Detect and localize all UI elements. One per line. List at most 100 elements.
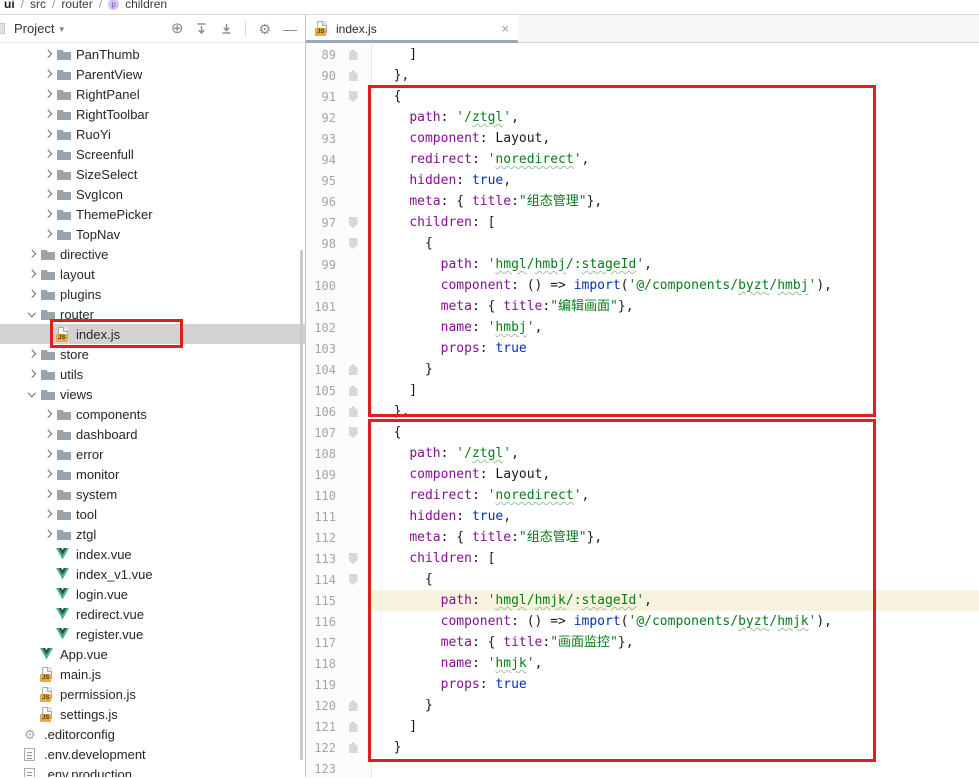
tree-item-router[interactable]: router [0,304,305,324]
fold-up-icon[interactable] [349,70,358,81]
line-number[interactable]: 100 [306,279,336,293]
line-number[interactable]: 102 [306,321,336,335]
chevron-right-icon[interactable] [44,130,52,138]
code-line-115[interactable]: 115 path: 'hmgl/hmjk/:stageId', [306,590,979,611]
tree-item-themepicker[interactable]: ThemePicker [0,204,305,224]
line-number[interactable]: 112 [306,531,336,545]
line-number[interactable]: 108 [306,447,336,461]
line-number[interactable]: 99 [306,258,336,272]
breadcrumb-item[interactable]: src [30,0,46,11]
tree-item-app-vue[interactable]: App.vue [0,644,305,664]
fold-up-icon[interactable] [349,406,358,417]
chevron-right-icon[interactable] [44,170,52,178]
chevron-right-icon[interactable] [44,70,52,78]
line-number[interactable]: 106 [306,405,336,419]
fold-down-icon[interactable] [349,217,358,228]
code-line-95[interactable]: 95 hidden: true, [306,170,979,191]
line-number[interactable]: 96 [306,195,336,209]
tree-item-ruoyi[interactable]: RuoYi [0,124,305,144]
tree-item-dashboard[interactable]: dashboard [0,424,305,444]
code-line-103[interactable]: 103 props: true [306,338,979,359]
tree-item-tool[interactable]: tool [0,504,305,524]
code-line-120[interactable]: 120 } [306,695,979,716]
line-number[interactable]: 120 [306,699,336,713]
code-line-116[interactable]: 116 component: () => import('@/component… [306,611,979,632]
tree-item-monitor[interactable]: monitor [0,464,305,484]
tree-item-parentview[interactable]: ParentView [0,64,305,84]
tree-item-plugins[interactable]: plugins [0,284,305,304]
fold-down-icon[interactable] [349,553,358,564]
chevron-right-icon[interactable] [44,50,52,58]
tree-item-screenfull[interactable]: Screenfull [0,144,305,164]
code-line-110[interactable]: 110 redirect: 'noredirect', [306,485,979,506]
code-line-114[interactable]: 114 { [306,569,979,590]
code-line-96[interactable]: 96 meta: { title:"组态管理"}, [306,191,979,212]
project-panel-title[interactable]: Project [14,21,54,36]
tree-item-permission-js[interactable]: JSpermission.js [0,684,305,704]
chevron-right-icon[interactable] [44,190,52,198]
code-line-119[interactable]: 119 props: true [306,674,979,695]
breadcrumb-item[interactable]: ui [4,0,15,11]
line-number[interactable]: 118 [306,657,336,671]
chevron-right-icon[interactable] [44,230,52,238]
code-line-100[interactable]: 100 component: () => import('@/component… [306,275,979,296]
code-line-121[interactable]: 121 ] [306,716,979,737]
fold-down-icon[interactable] [349,427,358,438]
chevron-right-icon[interactable] [44,90,52,98]
line-number[interactable]: 117 [306,636,336,650]
code-line-122[interactable]: 122 } [306,737,979,758]
code-line-90[interactable]: 90 }, [306,65,979,86]
line-number[interactable]: 93 [306,132,336,146]
line-number[interactable]: 111 [306,510,336,524]
code-line-108[interactable]: 108 path: '/ztgl', [306,443,979,464]
tree-item-utils[interactable]: utils [0,364,305,384]
line-number[interactable]: 105 [306,384,336,398]
tree-item-index-v1-vue[interactable]: index_v1.vue [0,564,305,584]
tree-item-main-js[interactable]: JSmain.js [0,664,305,684]
chevron-right-icon[interactable] [28,370,36,378]
code-line-94[interactable]: 94 redirect: 'noredirect', [306,149,979,170]
line-number[interactable]: 115 [306,594,336,608]
chevron-right-icon[interactable] [44,210,52,218]
code-line-106[interactable]: 106 }, [306,401,979,422]
chevron-right-icon[interactable] [28,290,36,298]
chevron-right-icon[interactable] [44,410,52,418]
tree-item-sizeselect[interactable]: SizeSelect [0,164,305,184]
line-number[interactable]: 89 [306,48,336,62]
tree-item-login-vue[interactable]: login.vue [0,584,305,604]
tree-item--env-production[interactable]: .env.production [0,764,305,777]
code-line-101[interactable]: 101 meta: { title:"编辑画面"}, [306,296,979,317]
fold-down-icon[interactable] [349,238,358,249]
line-number[interactable]: 91 [306,90,336,104]
line-number[interactable]: 104 [306,363,336,377]
chevron-right-icon[interactable] [28,270,36,278]
fold-down-icon[interactable] [349,91,358,102]
fold-up-icon[interactable] [349,385,358,396]
tree-item-topnav[interactable]: TopNav [0,224,305,244]
code-line-92[interactable]: 92 path: '/ztgl', [306,107,979,128]
code-line-97[interactable]: 97 children: [ [306,212,979,233]
fold-up-icon[interactable] [349,721,358,732]
line-number[interactable]: 92 [306,111,336,125]
fold-up-icon[interactable] [349,742,358,753]
chevron-right-icon[interactable] [44,450,52,458]
fold-up-icon[interactable] [349,700,358,711]
chevron-right-icon[interactable] [44,150,52,158]
code-line-93[interactable]: 93 component: Layout, [306,128,979,149]
expand-all-icon[interactable] [195,22,208,35]
project-tree-scrollbar[interactable] [300,250,303,760]
code-editor[interactable]: 89 ]90 },91 {92 path: '/ztgl',93 compone… [306,44,979,777]
line-number[interactable]: 114 [306,573,336,587]
line-number[interactable]: 98 [306,237,336,251]
settings-gear-icon[interactable]: ⚙ [258,22,271,36]
chevron-right-icon[interactable] [28,350,36,358]
tree-item-settings-js[interactable]: JSsettings.js [0,704,305,724]
fold-up-icon[interactable] [349,49,358,60]
line-number[interactable]: 123 [306,762,336,776]
line-number[interactable]: 103 [306,342,336,356]
chevron-right-icon[interactable] [44,510,52,518]
tree-item-righttoolbar[interactable]: RightToolbar [0,104,305,124]
code-line-99[interactable]: 99 path: 'hmgl/hmbj/:stageId', [306,254,979,275]
tree-item-register-vue[interactable]: register.vue [0,624,305,644]
tree-item-views[interactable]: views [0,384,305,404]
